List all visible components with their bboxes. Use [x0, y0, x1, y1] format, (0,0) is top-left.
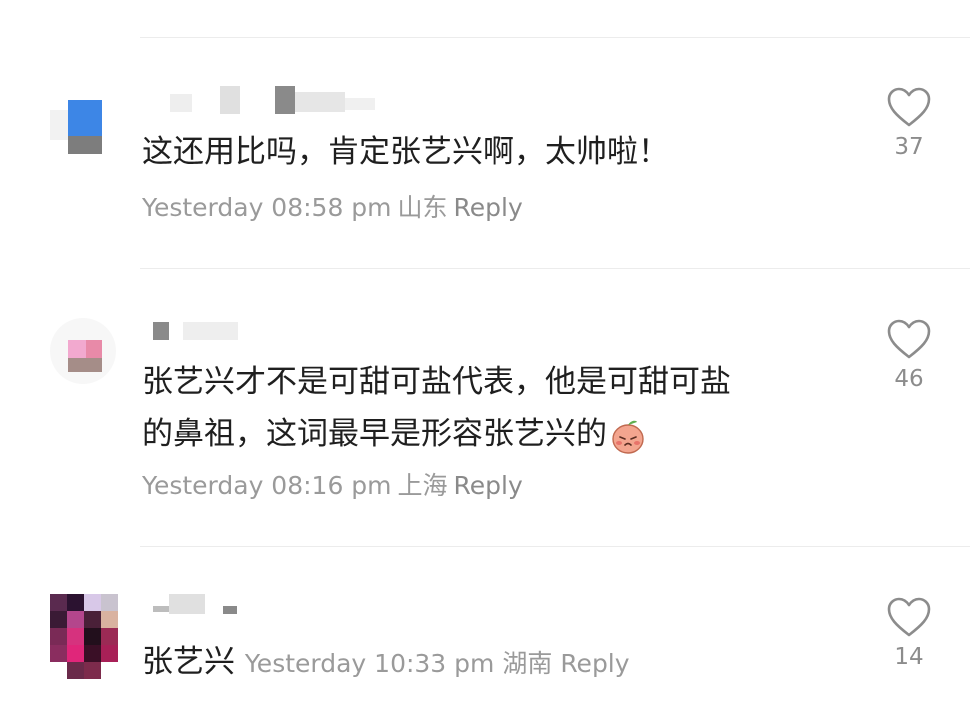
comment-text-line: 的鼻祖，这词最早是形容张艺兴的: [142, 416, 607, 452]
comment-time: Yesterday 08:16 pm: [142, 471, 392, 500]
like-count: 14: [894, 644, 924, 670]
like-count: 37: [894, 134, 924, 160]
comment-location: 湖南: [502, 649, 553, 678]
comment-location: 山东: [397, 193, 448, 222]
reply-button[interactable]: Reply: [454, 471, 523, 500]
comment-text-line: 张艺兴才不是可甜可盐代表，他是可甜可盐: [142, 364, 731, 400]
avatar[interactable]: [50, 318, 116, 384]
comment-text: 张艺兴 Yesterday 10:33 pm 湖南 Reply: [142, 636, 630, 690]
like-button[interactable]: 37: [880, 86, 938, 160]
username-redacted[interactable]: [145, 318, 265, 348]
comment-text: 张艺兴才不是可甜可盐代表，他是可甜可盐 的鼻祖，这词最早是形容张艺兴的: [142, 356, 731, 460]
comment-meta: Yesterday 08:16 pm 上海 Reply: [142, 466, 529, 502]
heart-outline-icon[interactable]: [886, 86, 932, 128]
comment-meta: Yesterday 10:33 pm 湖南 Reply: [245, 649, 630, 678]
reply-button[interactable]: Reply: [560, 649, 629, 678]
heart-outline-icon[interactable]: [886, 318, 932, 360]
username-redacted[interactable]: [145, 86, 385, 116]
peach-emoji-icon: [612, 420, 644, 454]
comment-text-line-wrap: 的鼻祖，这词最早是形容张艺兴的: [142, 408, 731, 460]
heart-outline-icon[interactable]: [886, 596, 932, 638]
comment-text-line: 张艺兴: [142, 644, 235, 680]
comment-location: 上海: [397, 471, 448, 500]
comment-time: Yesterday 08:58 pm: [142, 193, 392, 222]
like-button[interactable]: 46: [880, 318, 938, 392]
comment-divider: [140, 268, 970, 269]
avatar[interactable]: [50, 594, 118, 680]
comment-divider: [140, 546, 970, 547]
reply-button[interactable]: Reply: [454, 193, 523, 222]
like-button[interactable]: 14: [880, 596, 938, 670]
comment-text: 这还用比吗，肯定张艺兴啊，太帅啦！: [142, 126, 669, 178]
like-count: 46: [894, 366, 924, 392]
username-redacted[interactable]: [145, 592, 265, 622]
comment-divider: [140, 37, 970, 38]
comment-meta: Yesterday 08:58 pm 山东 Reply: [142, 188, 529, 224]
comment-time: Yesterday 10:33 pm: [244, 649, 495, 678]
comment-text-line: 这还用比吗，肯定张艺兴啊，太帅啦！: [142, 134, 669, 170]
avatar[interactable]: [50, 100, 102, 156]
